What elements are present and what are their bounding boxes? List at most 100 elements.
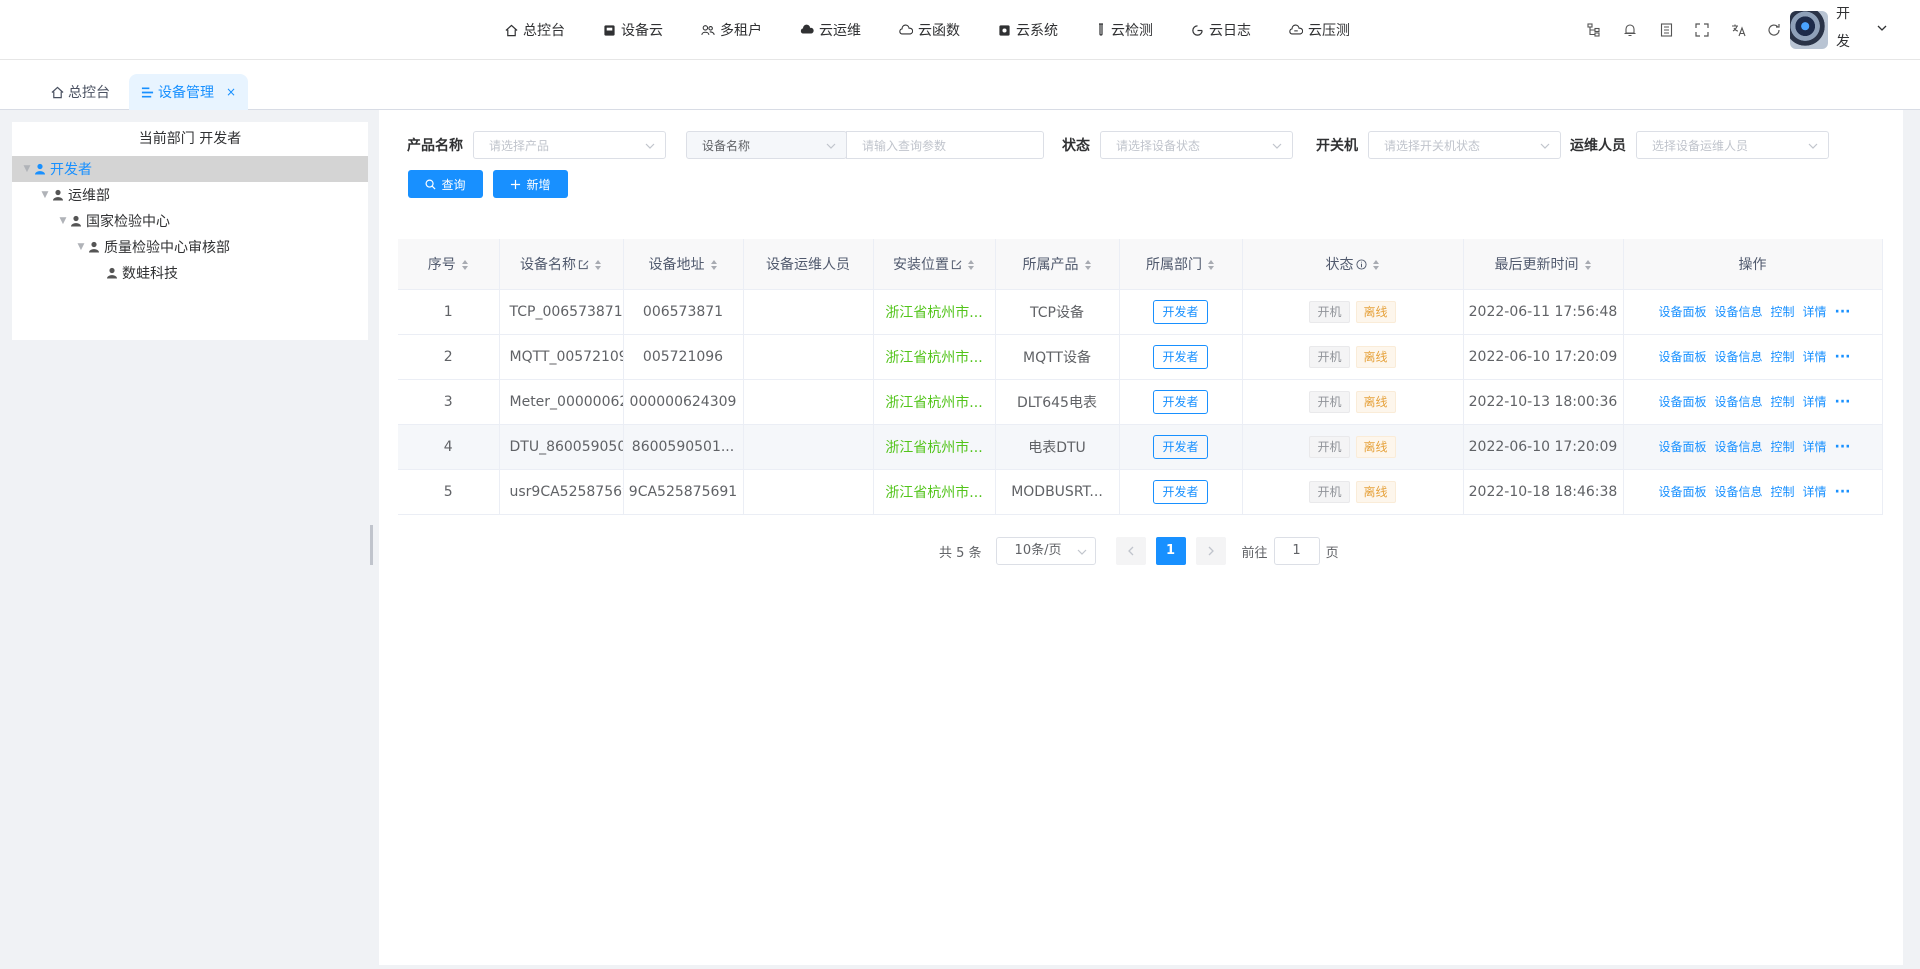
sort-icon[interactable] [1084, 259, 1092, 271]
dept-tag[interactable]: 开发者 [1153, 479, 1208, 504]
caret-down-icon[interactable]: ▼ [56, 216, 70, 226]
caret-down-icon[interactable]: ▼ [20, 164, 34, 174]
caret-down-icon[interactable]: ▼ [74, 242, 88, 252]
device-panel-link[interactable]: 设备面板 [1658, 350, 1706, 364]
more-icon[interactable]: ··· [1835, 394, 1851, 410]
doc-tool[interactable] [1648, 0, 1684, 60]
sort-icon[interactable] [461, 259, 469, 271]
device-panel-link[interactable]: 设备面板 [1658, 440, 1706, 454]
col-header-device-name[interactable]: 设备名称 [499, 239, 624, 290]
org-tree-tool[interactable] [1576, 0, 1612, 60]
device-info-link[interactable]: 设备信息 [1715, 350, 1763, 364]
notification-tool[interactable] [1612, 0, 1648, 60]
pagination: 共 5 条 10条/页 1 前往 1 页 [939, 536, 1339, 566]
device-info-link[interactable]: 设备信息 [1715, 395, 1763, 409]
sort-icon[interactable] [967, 259, 975, 271]
sort-icon[interactable] [1372, 259, 1380, 271]
refresh-tool[interactable] [1756, 0, 1792, 60]
device-panel-link[interactable]: 设备面板 [1658, 305, 1706, 319]
cell-product: MQTT设备 [995, 334, 1120, 380]
nav-item-console[interactable]: 总控台 [505, 0, 565, 60]
chevron-down-icon[interactable] [1876, 22, 1888, 34]
control-link[interactable]: 控制 [1771, 395, 1795, 409]
nav-item-multi-tenant[interactable]: 多租户 [701, 0, 762, 60]
goto-page-input[interactable]: 1 [1273, 537, 1320, 565]
sort-icon[interactable] [594, 259, 602, 271]
col-header-department[interactable]: 所属部门 [1119, 239, 1243, 290]
goto-label: 前往 [1241, 545, 1268, 561]
search-button[interactable]: 查询 [408, 170, 483, 198]
page-size-select[interactable]: 10条/页 [995, 537, 1096, 565]
tab-console[interactable]: 总控台 [39, 74, 122, 110]
details-link[interactable]: 详情 [1803, 305, 1827, 319]
sort-icon[interactable] [1584, 259, 1592, 271]
control-link[interactable]: 控制 [1771, 305, 1795, 319]
switch-select[interactable]: 请选择开关机状态 [1368, 131, 1561, 159]
query-input[interactable]: 请输入查询参数 [846, 131, 1044, 159]
device-field-select[interactable]: 设备名称 [686, 131, 847, 159]
nav-item-cloud-test[interactable]: 云检测 [1096, 0, 1153, 60]
device-panel-link[interactable]: 设备面板 [1658, 485, 1706, 499]
translate-tool[interactable] [1720, 0, 1756, 60]
sort-icon[interactable] [1207, 259, 1215, 271]
add-button-label: 新增 [526, 177, 551, 192]
product-select[interactable]: 请选择产品 [473, 131, 666, 159]
tree-node-shuwa-tech[interactable]: 数蛙科技 [12, 260, 368, 286]
caret-down-icon[interactable]: ▼ [38, 190, 52, 200]
cell-last-update: 2022-10-13 18:00:36 [1463, 379, 1624, 425]
col-header-location[interactable]: 安装位置 [873, 239, 996, 290]
cell-index: 4 [398, 424, 500, 470]
device-info-link[interactable]: 设备信息 [1715, 485, 1763, 499]
col-header-product[interactable]: 所属产品 [995, 239, 1120, 290]
col-header-last-update[interactable]: 最后更新时间 [1463, 239, 1624, 290]
device-panel-link[interactable]: 设备面板 [1658, 395, 1706, 409]
status-select[interactable]: 请选择设备状态 [1100, 131, 1293, 159]
col-header-status[interactable]: 状态 [1242, 239, 1464, 290]
control-link[interactable]: 控制 [1771, 440, 1795, 454]
control-link[interactable]: 控制 [1771, 350, 1795, 364]
operator-select[interactable]: 选择设备运维人员 [1636, 131, 1829, 159]
col-header-index[interactable]: 序号 [398, 239, 500, 290]
next-page-button[interactable] [1195, 537, 1226, 565]
dept-tag[interactable]: 开发者 [1153, 344, 1208, 369]
details-link[interactable]: 详情 [1803, 350, 1827, 364]
details-link[interactable]: 详情 [1803, 485, 1827, 499]
device-info-link[interactable]: 设备信息 [1715, 440, 1763, 454]
add-button[interactable]: 新增 [493, 170, 568, 198]
prev-page-button[interactable] [1115, 537, 1146, 565]
tree-node-ops[interactable]: ▼ 运维部 [12, 182, 368, 208]
tab-close-button[interactable]: × [226, 85, 236, 99]
details-link[interactable]: 详情 [1803, 395, 1827, 409]
page-number-current[interactable]: 1 [1155, 537, 1186, 565]
nav-item-cloud-function[interactable]: 云函数 [899, 0, 960, 60]
nav-item-cloud-ops[interactable]: 云运维 [800, 0, 861, 60]
tree-node-national-inspection[interactable]: ▼ 国家检验中心 [12, 208, 368, 234]
dept-tag[interactable]: 开发者 [1153, 434, 1208, 459]
more-icon[interactable]: ··· [1835, 439, 1851, 455]
dept-tag[interactable]: 开发者 [1153, 299, 1208, 324]
dept-tag[interactable]: 开发者 [1153, 389, 1208, 414]
col-header-device-address[interactable]: 设备地址 [623, 239, 744, 290]
details-link[interactable]: 详情 [1803, 440, 1827, 454]
header-label: 设备名称 [520, 256, 576, 273]
device-info-link[interactable]: 设备信息 [1715, 305, 1763, 319]
more-icon[interactable]: ··· [1835, 304, 1851, 320]
user-icon [89, 241, 99, 253]
page-unit-label: 页 [1325, 545, 1339, 561]
more-icon[interactable]: ··· [1835, 349, 1851, 365]
panel-splitter[interactable] [370, 525, 373, 565]
nav-item-cloud-system[interactable]: 云系统 [998, 0, 1058, 60]
more-icon[interactable]: ··· [1835, 484, 1851, 500]
nav-item-device-cloud[interactable]: 设备云 [603, 0, 663, 60]
sort-icon[interactable] [710, 259, 718, 271]
nav-item-cloud-pressure[interactable]: 云压测 [1289, 0, 1350, 60]
user-avatar[interactable] [1790, 11, 1828, 49]
fullscreen-tool[interactable] [1684, 0, 1720, 60]
tree-node-developer[interactable]: ▼ 开发者 [12, 156, 368, 182]
control-link[interactable]: 控制 [1771, 485, 1795, 499]
tree-node-quality-audit[interactable]: ▼ 质量检验中心审核部 [12, 234, 368, 260]
nav-item-cloud-log[interactable]: 云日志 [1191, 0, 1251, 60]
tab-device-management[interactable]: 设备管理 × [129, 74, 249, 110]
status-label: 状态 [1062, 138, 1090, 154]
system-icon [999, 24, 1010, 36]
